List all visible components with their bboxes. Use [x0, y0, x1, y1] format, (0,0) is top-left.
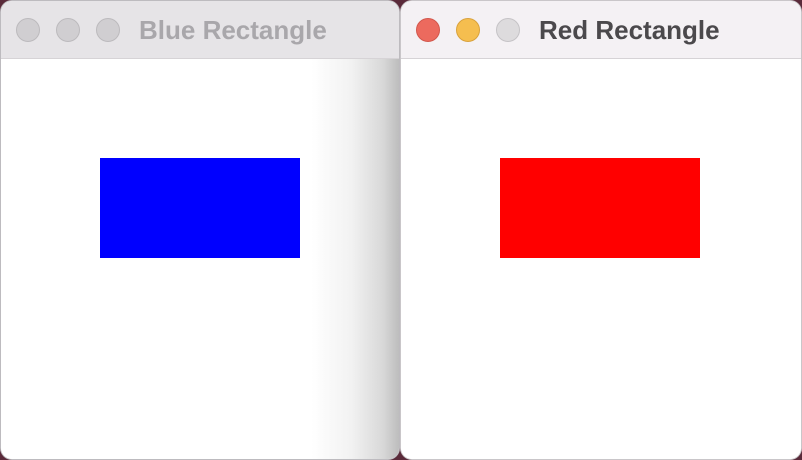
blue-window-content	[1, 59, 399, 459]
red-window-titlebar[interactable]: Red Rectangle	[401, 1, 801, 59]
red-rectangle	[500, 158, 700, 258]
zoom-button[interactable]	[96, 18, 120, 42]
blue-window-titlebar[interactable]: Blue Rectangle	[1, 1, 399, 59]
close-button[interactable]	[16, 18, 40, 42]
blue-rectangle-window[interactable]: Blue Rectangle	[0, 0, 400, 460]
red-window-content	[401, 59, 801, 459]
window-title: Blue Rectangle	[139, 15, 327, 45]
zoom-button[interactable]	[496, 18, 520, 42]
minimize-button[interactable]	[56, 18, 80, 42]
minimize-button[interactable]	[456, 18, 480, 42]
close-button[interactable]	[416, 18, 440, 42]
red-rectangle-window[interactable]: Red Rectangle	[400, 0, 802, 460]
blue-rectangle	[100, 158, 300, 258]
window-title: Red Rectangle	[539, 15, 720, 45]
